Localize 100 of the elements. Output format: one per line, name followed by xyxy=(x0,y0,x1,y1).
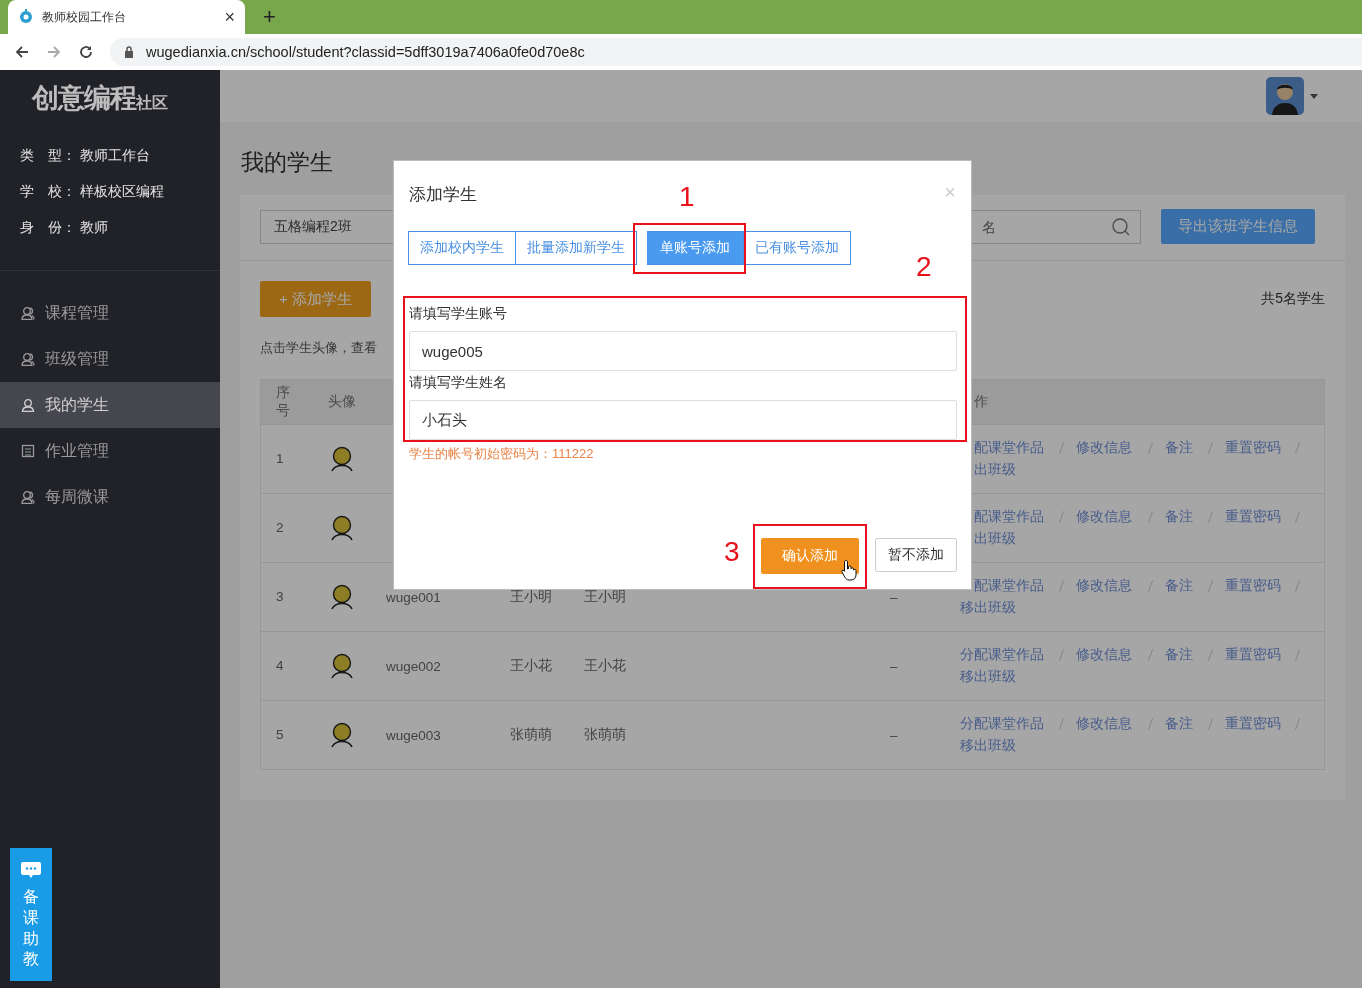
caret-icon[interactable] xyxy=(1310,93,1318,99)
edit-info-link[interactable]: 修改信息 xyxy=(1076,646,1138,664)
info-label: 身 份： xyxy=(20,219,77,237)
field-label: 请填写学生账号 xyxy=(409,305,508,323)
student-avatar-icon[interactable] xyxy=(329,446,354,472)
reset-password-link[interactable]: 重置密码 xyxy=(1225,508,1285,526)
hint-text: 点击学生头像，查看 xyxy=(260,339,377,357)
table-cell: 王小花 xyxy=(584,658,626,673)
remove-from-class-link[interactable]: 移出班级 xyxy=(960,668,1016,686)
reset-password-link[interactable]: 重置密码 xyxy=(1225,715,1285,733)
table-cell: – xyxy=(890,658,898,674)
table-cell: 张萌萌 xyxy=(584,727,626,742)
menu-item[interactable]: 班级管理 xyxy=(0,336,220,382)
lock-icon xyxy=(124,46,134,58)
page-title: 我的学生 xyxy=(241,148,334,176)
remove-from-class-link[interactable]: 出班级 xyxy=(974,530,1016,548)
note-link[interactable]: 备注 xyxy=(1165,646,1198,664)
avatar-icon[interactable] xyxy=(1266,77,1304,115)
url-text: wugedianxia.cn/school/student?classid=5dff3019a7406a0fe0d70e8c xyxy=(146,44,585,60)
mode-tab[interactable]: 批量添加新学生 xyxy=(516,231,637,265)
input-field[interactable]: wuge005 xyxy=(409,331,957,371)
logo-text: 创意编程 xyxy=(32,82,136,115)
table-cell-text: 3 xyxy=(275,587,285,606)
edit-info-link[interactable]: 修改信息 xyxy=(1076,715,1138,733)
table-cell-text: 1 xyxy=(275,449,285,468)
table-cell: 王小明 xyxy=(510,589,552,604)
remove-from-class-link[interactable]: 出班级 xyxy=(974,461,1016,479)
users-icon xyxy=(21,306,35,320)
column-header: 头像 xyxy=(326,393,357,411)
assign-work-link[interactable]: 配课堂作品 xyxy=(974,508,1044,526)
info-label: 学 校： xyxy=(20,183,77,201)
mode-tab[interactable]: 已有账号添加 xyxy=(744,231,851,265)
menu-item[interactable]: 我的学生 xyxy=(0,382,220,428)
users-icon xyxy=(21,352,35,366)
edit-info-link[interactable]: 修改信息 xyxy=(1076,577,1138,595)
logo-suffix: 社区 xyxy=(136,94,168,113)
note-link[interactable]: 备注 xyxy=(1165,508,1198,526)
helper-button[interactable]: 备课助教 xyxy=(10,848,52,981)
table-cell: – xyxy=(890,589,898,605)
cancel-button[interactable]: 暂不添加 xyxy=(875,538,957,572)
assign-work-link[interactable]: 分配课堂作品 xyxy=(960,715,1044,733)
reload-icon[interactable] xyxy=(78,44,94,60)
reset-password-link[interactable]: 重置密码 xyxy=(1225,439,1285,457)
menu-item[interactable]: 每周微课 xyxy=(0,474,220,520)
list-icon xyxy=(21,444,35,458)
note-link[interactable]: 备注 xyxy=(1165,577,1198,595)
search-icon[interactable] xyxy=(1111,216,1131,237)
users-icon xyxy=(21,490,35,504)
menu-item[interactable]: 作业管理 xyxy=(0,428,220,474)
back-icon[interactable] xyxy=(14,44,30,60)
table-cell-text: 5 xyxy=(275,725,285,744)
table-cell: wuge003 xyxy=(386,727,441,743)
student-avatar-icon[interactable] xyxy=(329,515,354,541)
step-number: 3 xyxy=(724,538,740,566)
note-link[interactable]: 备注 xyxy=(1165,439,1198,457)
step-number: 2 xyxy=(916,253,932,281)
export-button[interactable]: 导出该班学生信息 xyxy=(1161,209,1315,244)
assign-work-link[interactable]: 分配课堂作品 xyxy=(960,646,1044,664)
edit-info-link[interactable]: 修改信息 xyxy=(1076,439,1138,457)
confirm-button[interactable]: 确认添加 xyxy=(761,538,859,574)
table-cell-text: 2 xyxy=(275,518,285,537)
info-value: 样板校区编程 xyxy=(80,183,164,201)
reset-password-link[interactable]: 重置密码 xyxy=(1225,646,1285,664)
table-cell: wuge002 xyxy=(386,658,441,674)
info-label: 类 型： xyxy=(20,147,77,165)
table-cell: 王小花 xyxy=(510,658,552,673)
close-button[interactable]: × xyxy=(944,180,956,204)
menu-item[interactable]: 课程管理 xyxy=(0,290,220,336)
new-tab-button[interactable]: + xyxy=(263,4,276,30)
table-cell: – xyxy=(890,727,898,743)
column-header: 序号 xyxy=(275,383,291,420)
info-value: 教师工作台 xyxy=(80,147,150,165)
student-avatar-icon[interactable] xyxy=(329,584,354,610)
assign-work-link[interactable]: 配课堂作品 xyxy=(974,439,1044,457)
mode-tab[interactable]: 单账号添加 xyxy=(647,231,744,265)
address-bar[interactable]: wugedianxia.cn/school/student?classid=5dff3019a7406a0fe0d70e8c xyxy=(110,38,1362,66)
remove-from-class-link[interactable]: 移出班级 xyxy=(960,599,1016,617)
password-note: 学生的帐号初始密码为：111222 xyxy=(409,445,595,463)
user-icon xyxy=(21,398,35,412)
hand-cursor-icon xyxy=(841,559,857,581)
table-cell: 张萌萌 xyxy=(510,727,552,742)
student-avatar-icon[interactable] xyxy=(329,722,354,748)
info-value: 教师 xyxy=(80,219,108,237)
add-student-button[interactable]: + 添加学生 xyxy=(260,281,371,317)
note-link[interactable]: 备注 xyxy=(1165,715,1198,733)
reset-password-link[interactable]: 重置密码 xyxy=(1225,577,1285,595)
tab-title: 教师校园工作台 xyxy=(42,8,127,26)
table-cell: wuge001 xyxy=(386,589,441,605)
close-tab-button[interactable]: × xyxy=(224,6,235,28)
remove-from-class-link[interactable]: 移出班级 xyxy=(960,737,1016,755)
step-number: 1 xyxy=(679,183,695,211)
edit-info-link[interactable]: 修改信息 xyxy=(1076,508,1138,526)
column-header: 作 xyxy=(973,393,989,411)
mode-tab[interactable]: 添加校内学生 xyxy=(408,231,516,265)
assign-work-link[interactable]: 配课堂作品 xyxy=(974,577,1044,595)
browser-tab[interactable]: 教师校园工作台 × xyxy=(8,0,245,34)
dialog-title: 添加学生 xyxy=(409,183,477,206)
student-avatar-icon[interactable] xyxy=(329,653,354,679)
table-cell: 王小明 xyxy=(584,589,626,604)
student-count: 共5名学生 xyxy=(1261,290,1325,308)
